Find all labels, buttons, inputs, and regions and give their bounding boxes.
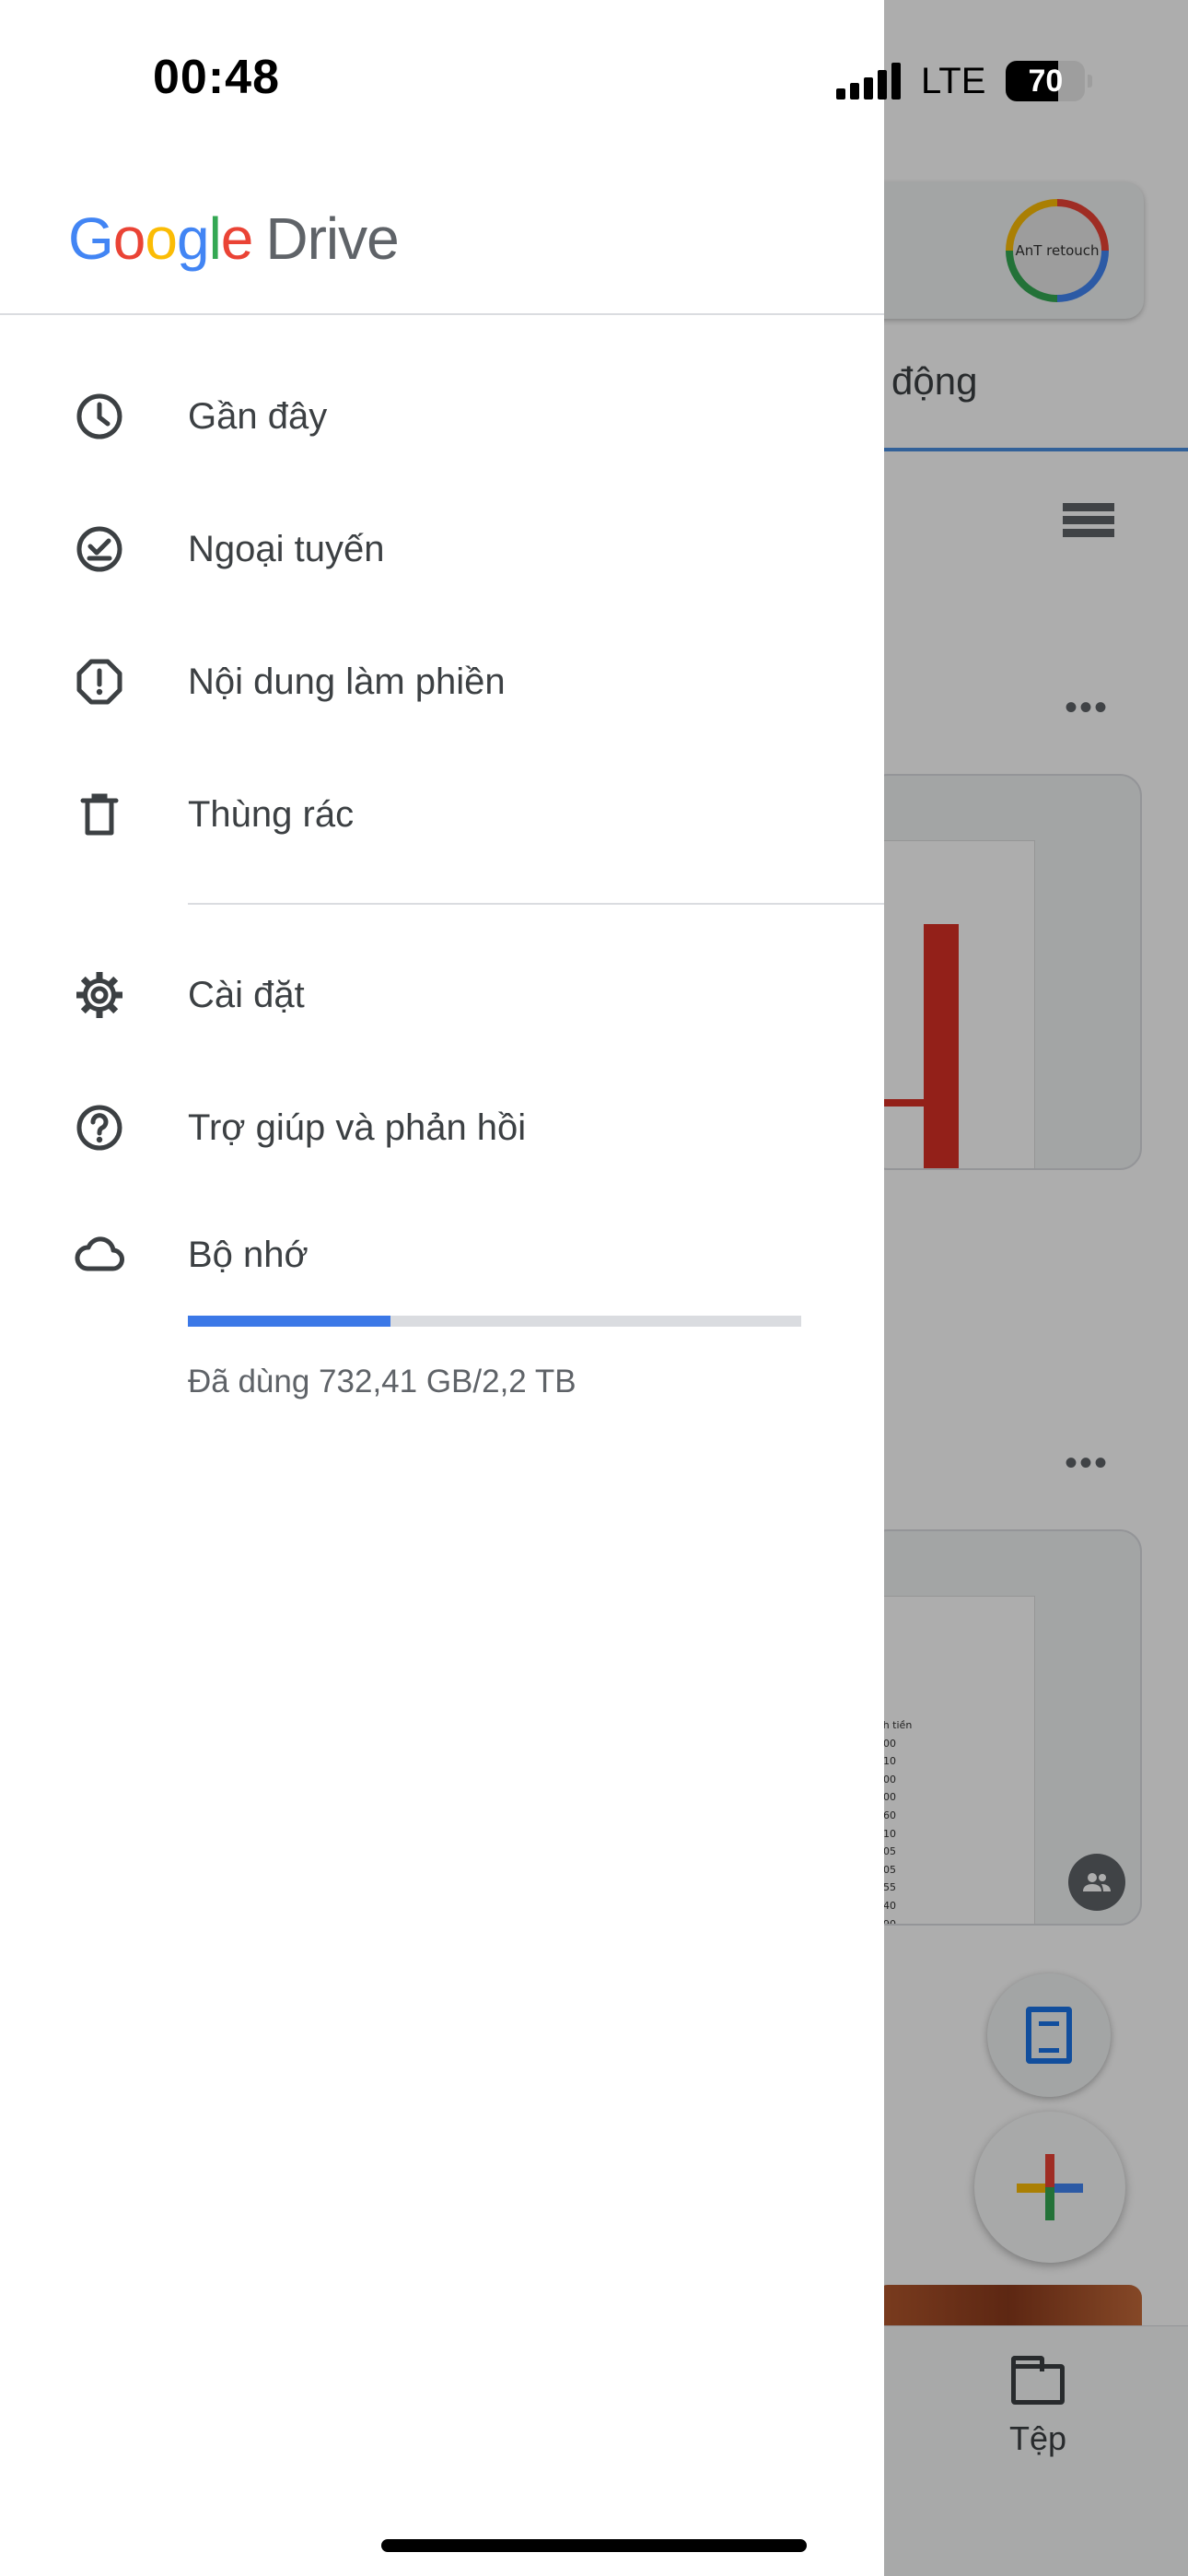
home-indicator[interactable] xyxy=(381,2539,807,2552)
trash-icon xyxy=(74,789,125,840)
storage-progress-bar xyxy=(188,1316,801,1327)
nav-item-label: Trợ giúp và phản hồi xyxy=(188,1107,527,1148)
battery-icon: 70 xyxy=(1006,61,1093,101)
spam-alert-icon xyxy=(74,656,125,708)
clock-icon xyxy=(74,391,125,442)
nav-item-label: Ngoại tuyến xyxy=(188,528,385,569)
status-indicators: LTE 70 xyxy=(836,59,1093,103)
gear-icon xyxy=(74,969,125,1021)
nav-item-help[interactable]: Trợ giúp và phản hồi xyxy=(0,1072,884,1183)
nav-item-spam[interactable]: Nội dung làm phiền xyxy=(0,626,884,737)
offline-check-icon xyxy=(74,523,125,575)
status-time: 00:48 xyxy=(153,51,280,104)
google-drive-logo: Google Drive xyxy=(68,205,400,272)
nav-item-label: Bộ nhớ xyxy=(188,1234,309,1275)
signal-icon xyxy=(836,63,901,100)
nav-item-trash[interactable]: Thùng rác xyxy=(0,759,884,870)
nav-item-settings[interactable]: Cài đặt xyxy=(0,940,884,1050)
help-icon xyxy=(74,1102,125,1153)
storage-usage-text: Đã dùng 732,41 GB/2,2 TB xyxy=(188,1364,577,1399)
nav-item-label: Cài đặt xyxy=(188,974,305,1015)
nav-item-label: Gần đây xyxy=(188,395,328,437)
battery-level: 70 xyxy=(1028,64,1064,99)
network-type: LTE xyxy=(921,60,986,101)
navigation-drawer: 00:48 LTE 70 Google Drive Gần đây Ngoại t… xyxy=(0,0,1093,2576)
cloud-icon xyxy=(74,1229,125,1281)
nav-item-label: Thùng rác xyxy=(188,793,355,835)
header-divider xyxy=(0,313,884,315)
nav-item-label: Nội dung làm phiền xyxy=(188,661,506,702)
nav-item-offline[interactable]: Ngoại tuyến xyxy=(0,494,884,604)
storage-progress-fill xyxy=(188,1316,390,1327)
nav-item-storage[interactable]: Bộ nhớ xyxy=(0,1200,884,1310)
menu-divider xyxy=(188,903,884,905)
nav-item-recent[interactable]: Gần đây xyxy=(0,361,884,472)
